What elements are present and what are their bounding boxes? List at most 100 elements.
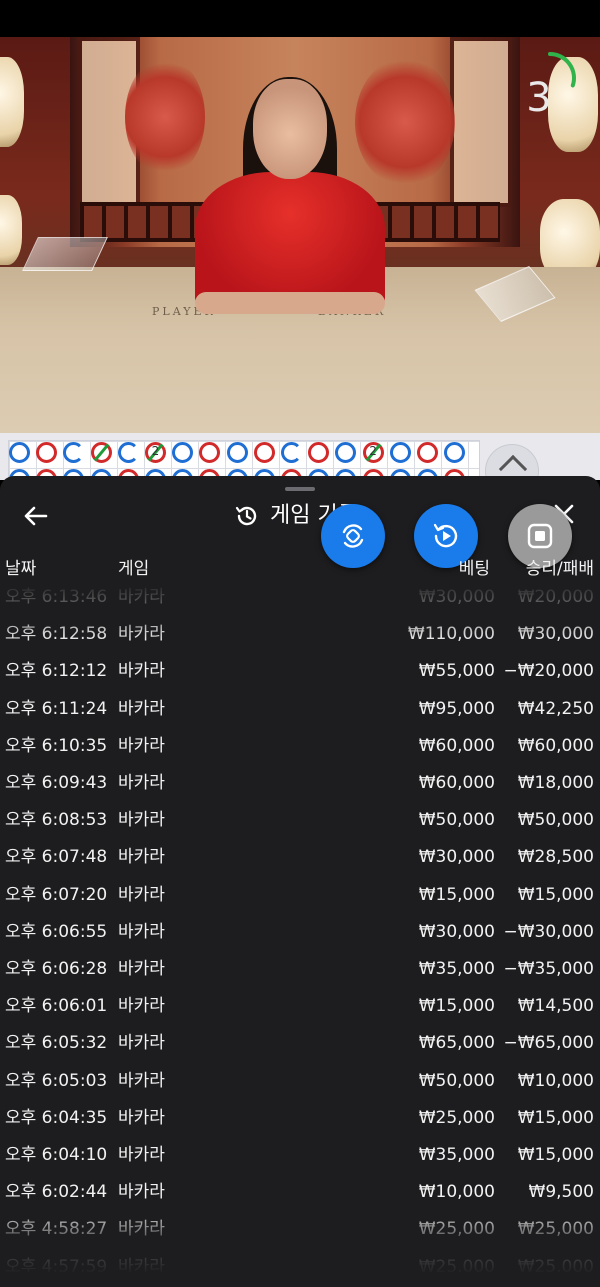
history-row[interactable]: 오후 6:09:43 바카라 ₩60,000 ₩18,000 [0, 771, 600, 808]
replay-play-icon [433, 523, 458, 548]
history-list[interactable]: 오후 6:13:46 바카라 ₩30,000 ₩20,000 오후 6:12:58 바카라… [0, 582, 600, 1272]
column-header-result: 승리/패배 [525, 559, 594, 579]
row-result: ₩15,000 [517, 1107, 594, 1128]
history-row[interactable]: 오후 4:57:59 바카라 ₩25,000 ₩25,000 [0, 1255, 600, 1272]
fab-rotate-button[interactable] [321, 504, 385, 568]
column-header-date: 날짜 [5, 559, 37, 579]
banker-bead [253, 442, 275, 463]
row-bet: ₩30,000 [418, 847, 495, 868]
row-game: 바카라 [118, 1070, 165, 1091]
arrow-left-icon [24, 506, 48, 526]
countdown-seconds: 3 [526, 75, 552, 121]
dealer-arms [195, 292, 385, 314]
row-result: ₩9,500 [528, 1182, 594, 1203]
dealer-body [195, 172, 385, 312]
row-bet: ₩10,000 [418, 1182, 495, 1203]
row-game: 바카라 [118, 624, 165, 645]
row-result: ₩50,000 [517, 810, 594, 831]
history-row[interactable]: 오후 6:05:03 바카라 ₩50,000 ₩10,000 [0, 1069, 600, 1106]
row-time: 오후 6:08:53 [5, 810, 108, 831]
history-row[interactable]: 오후 6:10:35 바카라 ₩60,000 ₩60,000 [0, 734, 600, 771]
row-bet: ₩50,000 [418, 1070, 495, 1091]
row-bet: ₩65,000 [418, 1033, 495, 1054]
history-row[interactable]: 오후 6:02:44 바카라 ₩10,000 ₩9,500 [0, 1180, 600, 1217]
column-header-bet: 베팅 [458, 559, 490, 579]
window-panel [450, 37, 512, 207]
banker-bead [90, 442, 112, 463]
history-row[interactable]: 오후 4:58:27 바카라 ₩25,000 ₩25,000 [0, 1217, 600, 1254]
history-row[interactable]: 오후 6:06:01 바카라 ₩15,000 ₩14,500 [0, 994, 600, 1031]
tie-slash [93, 443, 109, 462]
row-bet: ₩55,000 [418, 661, 495, 682]
row-game: 바카라 [118, 587, 165, 607]
blossom-decor [355, 57, 455, 187]
row-time: 오후 6:06:28 [5, 959, 108, 979]
sheet-drag-handle[interactable] [285, 487, 315, 491]
row-game: 바카라 [118, 1033, 165, 1054]
row-bet: ₩110,000 [407, 624, 495, 645]
player-bead [226, 442, 248, 463]
row-game: 바카라 [118, 810, 165, 831]
row-result: ₩18,000 [517, 773, 594, 793]
row-time: 오후 6:12:12 [5, 661, 108, 682]
row-time: 오후 6:10:35 [5, 735, 108, 756]
history-icon [234, 503, 260, 529]
row-game: 바카라 [118, 698, 165, 719]
rotate-link-icon [342, 524, 364, 548]
banker-bead: 2 [145, 442, 166, 463]
row-game: 바카라 [118, 1256, 165, 1272]
player-bead [117, 442, 139, 463]
row-time: 오후 6:11:24 [5, 698, 108, 719]
row-time: 오후 6:07:48 [5, 847, 108, 868]
player-bead [389, 442, 411, 463]
lantern [0, 195, 22, 265]
row-game: 바카라 [118, 1107, 165, 1128]
row-result: ₩20,000 [517, 587, 594, 607]
row-bet: ₩25,000 [418, 1219, 495, 1240]
row-result: −₩30,000 [503, 921, 594, 942]
row-time: 오후 6:06:55 [5, 921, 108, 942]
tie-count: 2 [369, 444, 377, 458]
history-row[interactable]: 오후 6:12:12 바카라 ₩55,000 −₩20,000 [0, 659, 600, 696]
history-row[interactable]: 오후 6:07:48 바카라 ₩30,000 ₩28,500 [0, 845, 600, 882]
status-bar [0, 0, 600, 37]
row-bet: ₩60,000 [418, 735, 495, 756]
row-bet: ₩50,000 [418, 810, 495, 831]
history-row[interactable]: 오후 6:08:53 바카라 ₩50,000 ₩50,000 [0, 808, 600, 845]
row-game: 바카라 [118, 1145, 165, 1165]
row-result: ₩60,000 [517, 735, 594, 756]
back-button[interactable] [22, 502, 50, 530]
row-bet: ₩25,000 [418, 1107, 495, 1128]
row-time: 오후 6:13:46 [5, 587, 108, 607]
row-game: 바카라 [118, 1219, 165, 1240]
banker-bead [417, 442, 438, 463]
history-row[interactable]: 오후 6:04:10 바카라 ₩35,000 ₩15,000 [0, 1143, 600, 1180]
row-game: 바카라 [118, 735, 165, 756]
row-bet: ₩35,000 [418, 1145, 495, 1165]
row-game: 바카라 [118, 773, 165, 793]
row-game: 바카라 [118, 959, 165, 979]
blossom-decor [125, 57, 205, 177]
tie-count: 2 [151, 444, 160, 458]
history-row[interactable]: 오후 6:06:55 바카라 ₩30,000 −₩30,000 [0, 920, 600, 957]
row-time: 오후 6:02:44 [5, 1182, 108, 1203]
row-result: −₩35,000 [503, 959, 594, 979]
lantern [0, 57, 24, 147]
row-result: −₩65,000 [503, 1033, 594, 1054]
history-row[interactable]: 오후 6:12:58 바카라 ₩110,000 ₩30,000 [0, 622, 600, 659]
row-game: 바카라 [118, 847, 165, 868]
history-row[interactable]: 오후 6:04:35 바카라 ₩25,000 ₩15,000 [0, 1106, 600, 1143]
live-video: PLAYER BANKER [0, 37, 600, 433]
dealer-face [253, 79, 327, 179]
row-result: ₩25,000 [517, 1256, 594, 1272]
row-result: ₩30,000 [517, 624, 594, 645]
history-row[interactable]: 오후 6:07:20 바카라 ₩15,000 ₩15,000 [0, 883, 600, 920]
row-bet: ₩15,000 [418, 884, 495, 905]
history-row[interactable]: 오후 6:13:46 바카라 ₩30,000 ₩20,000 [0, 585, 600, 622]
column-header-game: 게임 [118, 559, 150, 579]
row-time: 오후 4:57:59 [5, 1256, 108, 1272]
history-row[interactable]: 오후 6:11:24 바카라 ₩95,000 ₩42,250 [0, 697, 600, 734]
history-row[interactable]: 오후 6:05:32 바카라 ₩65,000 −₩65,000 [0, 1031, 600, 1068]
row-result: ₩28,500 [517, 847, 594, 868]
history-row[interactable]: 오후 6:06:28 바카라 ₩35,000 −₩35,000 [0, 957, 600, 994]
